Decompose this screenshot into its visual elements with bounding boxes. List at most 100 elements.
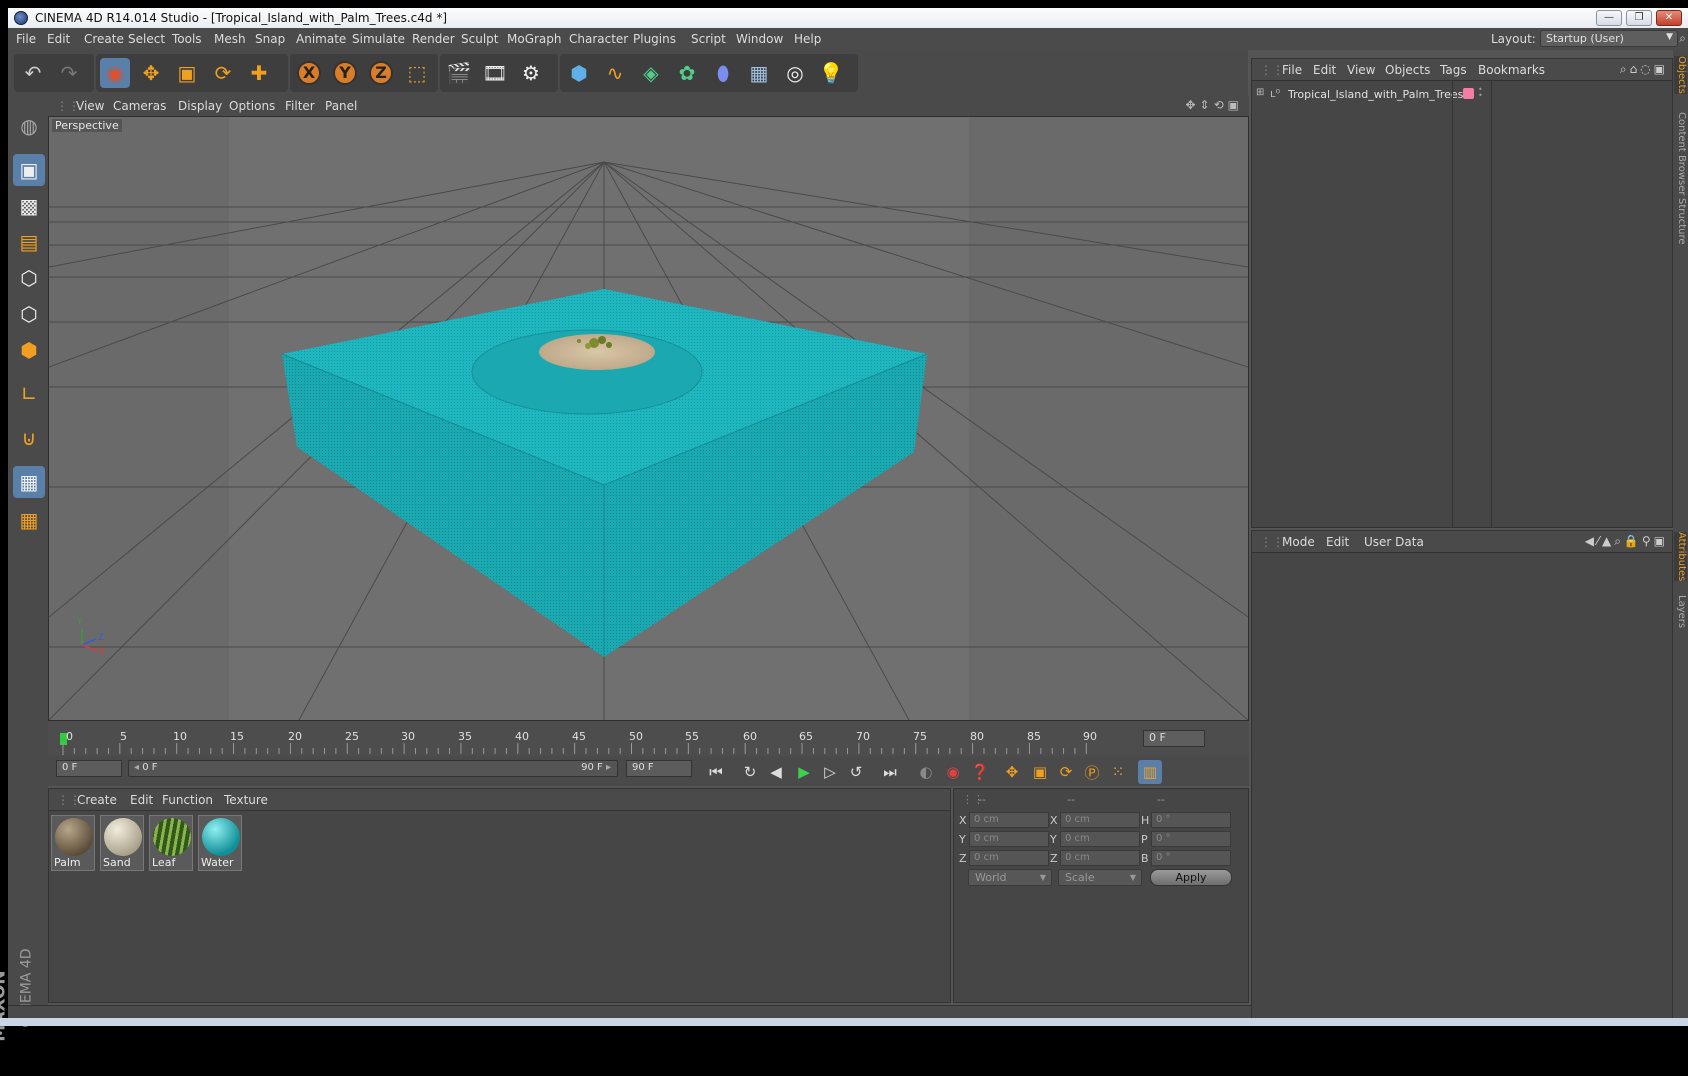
deformer-icon[interactable]: ⬮ [708, 58, 738, 88]
objects-menu-view[interactable]: View [1347, 63, 1375, 77]
tab-structure[interactable]: Structure [1674, 198, 1687, 245]
key-rotation-icon[interactable]: ⟳ [1054, 760, 1078, 784]
menu-mograph[interactable]: MoGraph [507, 32, 562, 46]
loop-forward-icon[interactable]: ↺ [844, 760, 868, 784]
objects-menu-edit[interactable]: Edit [1313, 63, 1336, 77]
objects-menu-objects[interactable]: Objects [1385, 63, 1430, 77]
attributes-menu-mode[interactable]: Mode [1282, 535, 1315, 549]
size-x-field[interactable]: 0 cm [1060, 812, 1140, 828]
menu-script[interactable]: Script [691, 32, 726, 46]
viewport-menu-display[interactable]: Display [178, 99, 222, 113]
apply-button[interactable]: Apply [1150, 869, 1232, 886]
model-mode-icon[interactable]: ▣ [13, 154, 45, 186]
workplane-icon[interactable]: ▤ [13, 226, 45, 258]
menu-snap[interactable]: Snap [255, 32, 285, 46]
menu-select[interactable]: Select [128, 32, 165, 46]
redo-icon[interactable]: ↷ [54, 58, 84, 88]
expand-icon[interactable]: ⊞ [1256, 87, 1264, 98]
menu-simulate[interactable]: Simulate [352, 32, 405, 46]
rotation-b-field[interactable]: 0 ° [1151, 850, 1231, 866]
material-palm[interactable]: Palm [51, 815, 95, 871]
cube-icon[interactable]: ⬢ [564, 58, 594, 88]
object-name[interactable]: Tropical_Island_with_Palm_Trees [1288, 88, 1463, 101]
x-axis-lock-icon[interactable]: X [294, 58, 324, 88]
rotation-p-field[interactable]: 0 ° [1151, 831, 1231, 847]
live-selection-icon[interactable]: ◉ [100, 58, 130, 88]
size-z-field[interactable]: 0 cm [1060, 850, 1140, 866]
autokey-icon[interactable]: ❓ [968, 760, 992, 784]
floor-icon[interactable]: ▦ [744, 58, 774, 88]
start-frame-field[interactable]: 0 F [56, 760, 122, 777]
object-row[interactable]: ⊞ ʟ⁰ Tropical_Island_with_Palm_Trees • • [1256, 86, 1670, 103]
menu-plugins[interactable]: Plugins [633, 32, 676, 46]
size-mode-select[interactable]: Scale ▼ [1058, 869, 1142, 886]
attributes-menu-userdata[interactable]: User Data [1364, 535, 1424, 549]
camera-icon[interactable]: ◎ [780, 58, 810, 88]
menu-render[interactable]: Render [412, 32, 455, 46]
rotate-icon[interactable]: ⟳ [208, 58, 238, 88]
points-mode-icon[interactable]: ⬡ [13, 262, 45, 294]
snap-icon[interactable]: ⊍ [13, 422, 45, 454]
step-forward-icon[interactable]: ▷ [818, 760, 842, 784]
menu-edit[interactable]: Edit [47, 32, 70, 46]
frame-range-slider[interactable]: ◂ 0 F 90 F ▸ [128, 760, 618, 777]
record-keys-icon[interactable]: ◉ [941, 760, 965, 784]
material-menu-texture[interactable]: Texture [224, 793, 268, 807]
attributes-toolbar-icons[interactable]: ◀⁄▲⌕🔒⚲▣ [1585, 534, 1668, 549]
position-x-field[interactable]: 0 cm [969, 812, 1049, 828]
perspective-viewport[interactable]: Perspective Y Z X [48, 116, 1249, 721]
make-editable-icon[interactable]: ◍ [13, 110, 45, 142]
timeline-window-icon[interactable]: ▥ [1138, 760, 1162, 784]
menu-create[interactable]: Create [84, 32, 124, 46]
position-y-field[interactable]: 0 cm [969, 831, 1049, 847]
render-picture-viewer-icon[interactable]: 🎞 [480, 58, 510, 88]
minimize-button[interactable]: — [1596, 10, 1622, 26]
menu-character[interactable]: Character [569, 32, 628, 46]
go-to-start-icon[interactable]: ⏮ [704, 760, 728, 784]
y-axis-lock-icon[interactable]: Y [330, 58, 360, 88]
material-leaf[interactable]: Leaf [149, 815, 193, 871]
key-parameter-icon[interactable]: Ⓟ [1080, 760, 1104, 784]
tab-content-browser[interactable]: Content Browser [1674, 112, 1687, 195]
edges-mode-icon[interactable]: ⬡ [13, 298, 45, 330]
visibility-dots-icon[interactable]: • • [1478, 86, 1483, 100]
planar-workplane-icon[interactable]: ▦ [13, 504, 45, 536]
polygons-mode-icon[interactable]: ⬢ [13, 334, 45, 366]
material-menu-function[interactable]: Function [162, 793, 213, 807]
restore-button[interactable]: ❐ [1626, 10, 1652, 26]
objects-menu-tags[interactable]: Tags [1440, 63, 1467, 77]
menu-mesh[interactable]: Mesh [214, 32, 246, 46]
coordinate-system-icon[interactable]: ⬚ [402, 58, 432, 88]
scale-icon[interactable]: ▣ [172, 58, 202, 88]
layout-select[interactable]: Startup (User) ▼ [1540, 30, 1678, 47]
size-y-field[interactable]: 0 cm [1060, 831, 1140, 847]
key-position-icon[interactable]: ✥ [1000, 760, 1024, 784]
menu-help[interactable]: Help [794, 32, 821, 46]
loop-icon[interactable]: ↻ [738, 760, 762, 784]
axis-mode-icon[interactable]: ∟ [13, 378, 45, 410]
spline-icon[interactable]: ∿ [600, 58, 630, 88]
go-to-end-icon[interactable]: ⏭ [878, 760, 902, 784]
attributes-menu-edit[interactable]: Edit [1326, 535, 1349, 549]
key-pla-icon[interactable]: ⁙ [1106, 760, 1130, 784]
menu-animate[interactable]: Animate [296, 32, 346, 46]
add-object-icon[interactable]: ✚ [244, 58, 274, 88]
tab-layers[interactable]: Layers [1674, 595, 1687, 628]
viewport-menu-panel[interactable]: Panel [325, 99, 357, 113]
render-settings-icon[interactable]: ⚙ [516, 58, 546, 88]
light-icon[interactable]: 💡 [816, 58, 846, 88]
close-button[interactable]: ✕ [1656, 10, 1682, 26]
objects-toolbar-icons[interactable]: ⌕⌂◌▣ [1620, 62, 1668, 77]
tab-objects[interactable]: Objects [1674, 56, 1687, 94]
search-icon[interactable]: ⌕ [1679, 31, 1686, 46]
undo-icon[interactable]: ↶ [18, 58, 48, 88]
material-water[interactable]: Water [198, 815, 242, 871]
key-scale-icon[interactable]: ▣ [1028, 760, 1052, 784]
play-icon[interactable]: ▶ [792, 760, 816, 784]
position-z-field[interactable]: 0 cm [969, 850, 1049, 866]
viewport-nav-icons[interactable]: ✥⇕⟲▣ [1185, 98, 1243, 112]
current-frame-field[interactable]: 0 F [1143, 730, 1205, 747]
motion-record-icon[interactable]: ◐ [914, 760, 938, 784]
move-icon[interactable]: ✥ [136, 58, 166, 88]
tab-attributes[interactable]: Attributes [1674, 532, 1687, 582]
